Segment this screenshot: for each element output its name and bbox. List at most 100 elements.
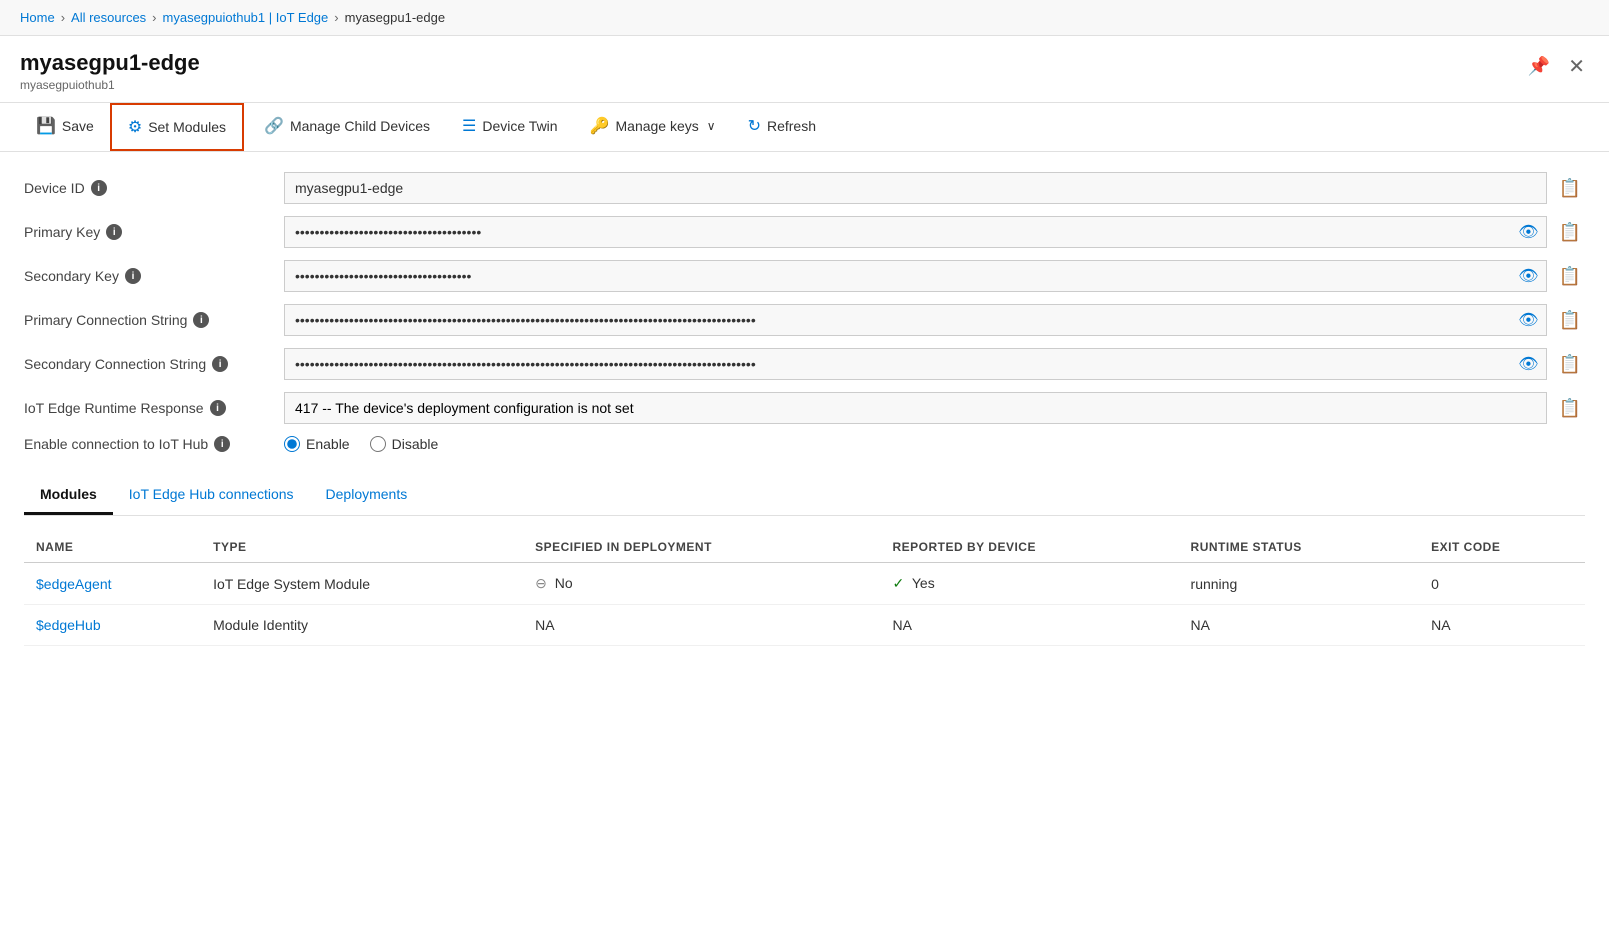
primary-key-info-icon[interactable]: i [106, 224, 122, 240]
tabs-nav: Modules IoT Edge Hub connections Deploym… [24, 476, 1585, 516]
row2-specified: NA [523, 605, 880, 646]
row1-type: IoT Edge System Module [201, 563, 523, 605]
row1-specified: ⊖ No [523, 563, 880, 605]
table-header-row: NAME TYPE SPECIFIED IN DEPLOYMENT REPORT… [24, 532, 1585, 563]
disable-radio[interactable] [370, 436, 386, 452]
manage-child-icon: 🔗 [264, 116, 284, 136]
table-row: $edgeHub Module Identity NA NA NA NA [24, 605, 1585, 646]
row2-exit-code: NA [1419, 605, 1585, 646]
secondary-key-input[interactable] [284, 260, 1547, 292]
row2-type: Module Identity [201, 605, 523, 646]
enable-conn-info-icon[interactable]: i [214, 436, 230, 452]
breadcrumb-iot-edge[interactable]: myasegpuiothub1 | IoT Edge [163, 10, 329, 25]
copy-icon: 📋 [1559, 266, 1581, 286]
secondary-conn-eye-icon[interactable]: 👁 [1518, 354, 1538, 374]
primary-key-input-wrap: 👁 📋 [284, 216, 1585, 248]
copy-icon: 📋 [1559, 310, 1581, 330]
iot-edge-runtime-input-wrap: 📋 [284, 392, 1585, 424]
secondary-conn-info-icon[interactable]: i [212, 356, 228, 372]
device-twin-icon: ☰ [462, 116, 476, 136]
device-id-info-icon[interactable]: i [91, 180, 107, 196]
pin-icon: 📌 [1528, 56, 1550, 76]
iot-edge-runtime-input[interactable] [284, 392, 1547, 424]
enable-conn-label: Enable connection to IoT Hub i [24, 436, 284, 452]
col-reported: REPORTED BY DEVICE [881, 532, 1179, 563]
copy-icon: 📋 [1559, 354, 1581, 374]
enable-radio[interactable] [284, 436, 300, 452]
primary-key-label: Primary Key i [24, 224, 284, 240]
primary-key-row: Primary Key i 👁 📋 [24, 216, 1585, 248]
primary-conn-copy-button[interactable]: 📋 [1555, 306, 1585, 335]
device-id-label: Device ID i [24, 180, 284, 196]
col-specified: SPECIFIED IN DEPLOYMENT [523, 532, 880, 563]
close-button[interactable]: ✕ [1564, 50, 1589, 83]
device-id-input-wrap: 📋 [284, 172, 1585, 204]
secondary-key-field-wrap: 👁 [284, 260, 1547, 292]
copy-icon: 📋 [1559, 178, 1581, 198]
primary-conn-row: Primary Connection String i 👁 📋 [24, 304, 1585, 336]
close-icon: ✕ [1568, 56, 1585, 78]
device-twin-button[interactable]: ☰ Device Twin [446, 104, 574, 150]
enable-radio-label: Enable [306, 436, 350, 452]
row1-runtime-status: running [1179, 563, 1420, 605]
save-button[interactable]: 💾 Save [20, 104, 110, 150]
modules-table: NAME TYPE SPECIFIED IN DEPLOYMENT REPORT… [24, 532, 1585, 646]
tab-iot-edge-hub-connections[interactable]: IoT Edge Hub connections [113, 476, 310, 515]
secondary-conn-field-wrap: 👁 [284, 348, 1547, 380]
secondary-key-info-icon[interactable]: i [125, 268, 141, 284]
secondary-conn-input[interactable] [284, 348, 1547, 380]
breadcrumb-all-resources[interactable]: All resources [71, 10, 146, 25]
modules-table-wrap: NAME TYPE SPECIFIED IN DEPLOYMENT REPORT… [24, 532, 1585, 646]
row2-runtime-status: NA [1179, 605, 1420, 646]
pin-button[interactable]: 📌 [1524, 52, 1554, 81]
header-actions: 📌 ✕ [1524, 50, 1589, 83]
enable-conn-radio-wrap: Enable Disable [284, 436, 1585, 452]
secondary-key-input-wrap: 👁 📋 [284, 260, 1585, 292]
primary-conn-label: Primary Connection String i [24, 312, 284, 328]
col-runtime-status: RUNTIME STATUS [1179, 532, 1420, 563]
enable-radio-option[interactable]: Enable [284, 436, 350, 452]
row2-reported: NA [881, 605, 1179, 646]
set-modules-button[interactable]: ⚙ Set Modules [110, 103, 244, 151]
primary-key-eye-icon[interactable]: 👁 [1518, 222, 1538, 242]
device-id-copy-button[interactable]: 📋 [1555, 174, 1585, 203]
main-content: Device ID i 📋 Primary Key i 👁 📋 [0, 152, 1609, 666]
disable-radio-option[interactable]: Disable [370, 436, 439, 452]
check-icon: ✓ [893, 575, 905, 591]
primary-conn-eye-icon[interactable]: 👁 [1518, 310, 1538, 330]
breadcrumb-home[interactable]: Home [20, 10, 55, 25]
row2-name-link[interactable]: $edgeHub [36, 617, 101, 633]
page-subtitle: myasegpuiothub1 [20, 78, 200, 92]
tab-modules[interactable]: Modules [24, 476, 113, 515]
col-exit-code: EXIT CODE [1419, 532, 1585, 563]
save-icon: 💾 [36, 116, 56, 136]
row1-name: $edgeAgent [24, 563, 201, 605]
chevron-down-icon: ∨ [707, 119, 716, 133]
tab-deployments[interactable]: Deployments [310, 476, 424, 515]
device-id-input[interactable] [284, 172, 1547, 204]
refresh-label: Refresh [767, 118, 816, 134]
row1-reported: ✓ Yes [881, 563, 1179, 605]
secondary-key-row: Secondary Key i 👁 📋 [24, 260, 1585, 292]
save-label: Save [62, 118, 94, 134]
row2-name: $edgeHub [24, 605, 201, 646]
row1-exit-code: 0 [1419, 563, 1585, 605]
secondary-key-eye-icon[interactable]: 👁 [1518, 266, 1538, 286]
page-title: myasegpu1-edge [20, 50, 200, 76]
primary-conn-info-icon[interactable]: i [193, 312, 209, 328]
primary-conn-input-wrap: 👁 📋 [284, 304, 1585, 336]
iot-edge-runtime-copy-button[interactable]: 📋 [1555, 394, 1585, 423]
primary-key-copy-button[interactable]: 📋 [1555, 218, 1585, 247]
secondary-key-copy-button[interactable]: 📋 [1555, 262, 1585, 291]
primary-conn-input[interactable] [284, 304, 1547, 336]
iot-edge-runtime-info-icon[interactable]: i [210, 400, 226, 416]
device-twin-label: Device Twin [482, 118, 557, 134]
manage-keys-label: Manage keys [616, 118, 699, 134]
manage-child-button[interactable]: 🔗 Manage Child Devices [248, 104, 446, 150]
secondary-conn-copy-button[interactable]: 📋 [1555, 350, 1585, 379]
manage-keys-button[interactable]: 🔑 Manage keys ∨ [574, 104, 732, 150]
primary-key-input[interactable] [284, 216, 1547, 248]
iot-edge-runtime-row: IoT Edge Runtime Response i 📋 [24, 392, 1585, 424]
row1-name-link[interactable]: $edgeAgent [36, 576, 112, 592]
refresh-button[interactable]: ↻ Refresh [732, 104, 832, 150]
